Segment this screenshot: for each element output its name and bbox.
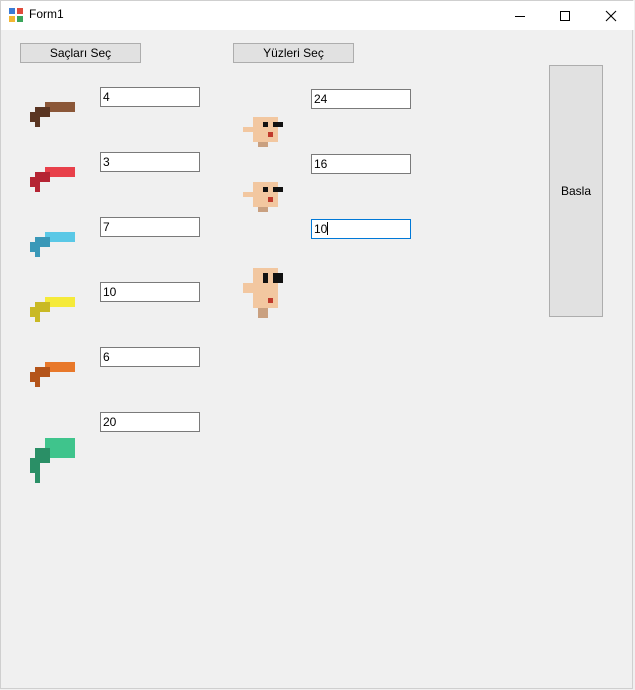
hair-sprite-brown — [30, 102, 75, 127]
start-button-label: Basla — [560, 184, 592, 198]
face-count-input-3[interactable]: 10 — [311, 219, 411, 239]
close-button[interactable] — [588, 1, 633, 30]
close-icon — [605, 10, 616, 21]
face-sprite-2 — [243, 182, 283, 212]
hair-sprite-cyan — [30, 232, 75, 257]
minimize-icon — [514, 15, 525, 17]
face-count-input-2[interactable]: 16 — [311, 154, 411, 174]
face-count-input-1[interactable]: 24 — [311, 89, 411, 109]
hair-count-input-2[interactable]: 3 — [100, 152, 200, 172]
hair-sprite-red — [30, 167, 75, 192]
app-icon — [9, 8, 23, 22]
hair-count-input-3[interactable]: 7 — [100, 217, 200, 237]
hair-sprite-orange — [30, 362, 75, 387]
hair-count-input-1[interactable]: 4 — [100, 87, 200, 107]
hair-count-input-5[interactable]: 6 — [100, 347, 200, 367]
start-button[interactable]: Basla — [549, 65, 603, 317]
title-bar: Form1 — [1, 1, 634, 30]
hair-count-input-4[interactable]: 10 — [100, 282, 200, 302]
face-select-button[interactable]: Yüzleri Seç — [233, 43, 354, 63]
face-sprite-1 — [243, 117, 283, 147]
hair-count-input-6[interactable]: 20 — [100, 412, 200, 432]
face-count-value-3: 10 — [314, 222, 328, 236]
hair-sprite-yellow — [30, 297, 75, 322]
text-caret — [327, 222, 329, 235]
window-title: Form1 — [29, 7, 64, 21]
minimize-button[interactable] — [497, 1, 542, 30]
maximize-icon — [559, 10, 570, 21]
maximize-button[interactable] — [542, 1, 587, 30]
face-sprite-3 — [243, 268, 283, 318]
hair-select-button[interactable]: Saçları Seç — [20, 43, 141, 63]
hair-sprite-green — [30, 438, 75, 483]
main-window: Form1 Saçları Seç Yüzleri Seç Basla 4 3 … — [0, 0, 634, 689]
